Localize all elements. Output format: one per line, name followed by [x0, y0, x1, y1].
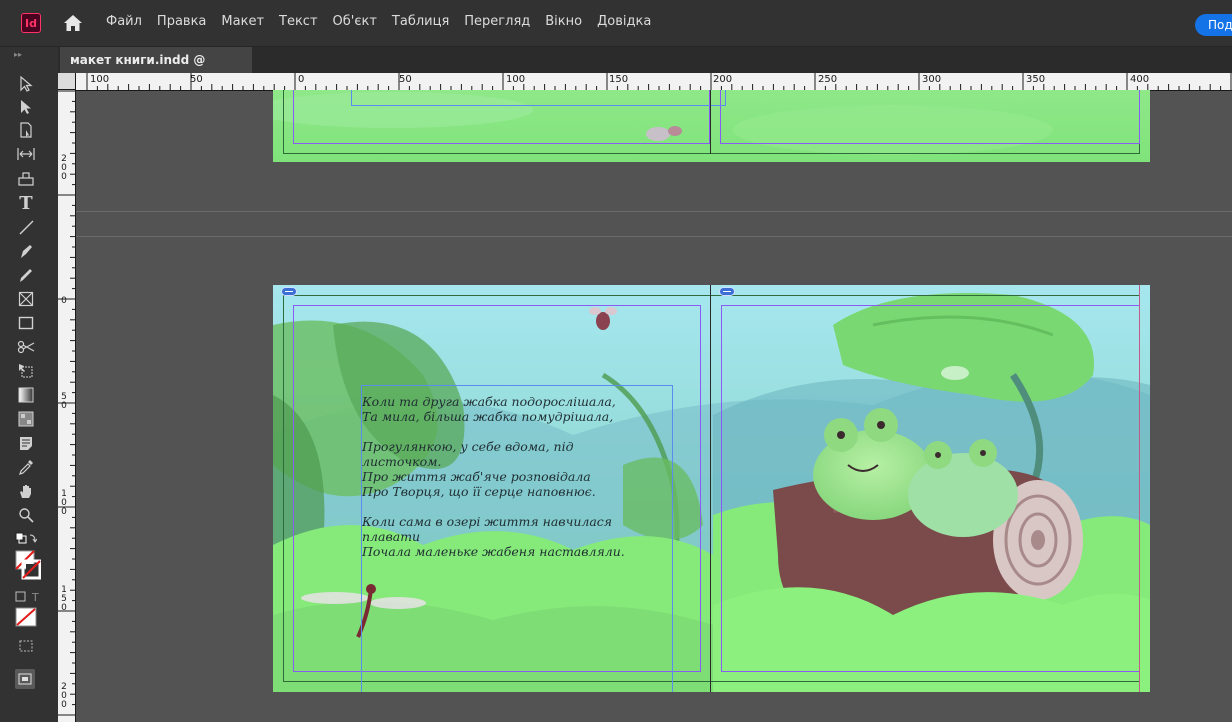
apply-none-icon[interactable] — [15, 607, 37, 627]
gradient-feather-tool-icon[interactable] — [15, 408, 37, 430]
fill-stroke-swatch-icon[interactable] — [15, 550, 41, 580]
poem-line: Коли сама в озері життя навчилася — [362, 514, 613, 529]
poem-line: Коли та друга жабка подорослішала, — [362, 394, 616, 409]
link-icon[interactable] — [719, 285, 735, 296]
pen-tool-icon[interactable] — [15, 240, 37, 262]
ruler-label: 0 — [61, 296, 67, 306]
share-button[interactable]: Под — [1195, 14, 1232, 36]
pasteboard-divider — [76, 236, 1232, 237]
poem-blank-line — [362, 499, 662, 514]
panel-grip-icon[interactable]: ▸▸ — [14, 50, 34, 60]
main-menu: Файл Правка Макет Текст Об'єкт Таблиця П… — [106, 14, 666, 29]
margin-guide-right — [720, 90, 1140, 144]
tools-panel: ▸▸ T T — [0, 47, 58, 722]
ruler-label: 100 — [506, 74, 526, 85]
menu-file[interactable]: Файл — [106, 14, 142, 29]
document-tab-bar: макет книги.indd @ 50%× — [58, 47, 1232, 93]
poem-text[interactable]: Коли та друга жабка подорослішала, Та ми… — [362, 394, 662, 559]
formatting-affects-icon[interactable]: T — [15, 586, 45, 608]
screen-mode-icon[interactable] — [15, 635, 37, 657]
spread-top[interactable] — [273, 90, 1150, 162]
menu-window[interactable]: Вікно — [545, 14, 582, 29]
ruler-ticks — [86, 73, 1232, 90]
page-tool-icon[interactable] — [15, 119, 37, 141]
pasteboard-divider — [76, 211, 1232, 212]
indesign-logo: Id — [21, 13, 41, 33]
zoom-tool-icon[interactable] — [15, 504, 37, 526]
poem-line: Прогулянкою, у себе вдома, під — [362, 439, 574, 454]
menu-type[interactable]: Текст — [279, 14, 318, 29]
ruler-label: 200 — [713, 74, 733, 85]
gradient-swatch-tool-icon[interactable] — [15, 384, 37, 406]
poem-line: Та мила, більша жабка помудрішала, — [362, 409, 614, 424]
poem-line: плавати — [362, 529, 421, 544]
ruler-label: 100 — [90, 74, 110, 85]
ruler-label: 200 — [61, 154, 67, 182]
rectangle-tool-icon[interactable] — [15, 312, 37, 334]
menu-edit[interactable]: Правка — [157, 14, 206, 29]
ruler-label: 50 — [399, 74, 412, 85]
selection-tool-icon[interactable] — [15, 73, 37, 95]
menu-view[interactable]: Перегляд — [464, 14, 530, 29]
note-tool-icon[interactable] — [15, 432, 37, 454]
ruler-label: 250 — [818, 74, 838, 85]
ruler-label: 150 — [61, 585, 67, 613]
poem-line: Про Творця, що її серце наповнює. — [362, 484, 596, 499]
margin-guide-right — [721, 305, 1140, 672]
ruler-label: 350 — [1026, 74, 1046, 85]
ruler-label: 150 — [609, 74, 629, 85]
vertical-ruler[interactable]: 200 0 50 100 150 200 — [58, 90, 76, 722]
menu-table[interactable]: Таблиця — [392, 14, 449, 29]
ruler-origin[interactable] — [58, 73, 76, 90]
svg-text:T: T — [31, 591, 39, 603]
spine-line — [710, 285, 711, 692]
rectangle-frame-tool-icon[interactable] — [15, 288, 37, 310]
ruler-label: 200 — [61, 682, 67, 710]
home-icon[interactable] — [63, 14, 83, 32]
menu-layout[interactable]: Макет — [221, 14, 264, 29]
pencil-tool-icon[interactable] — [15, 264, 37, 286]
ruler-label: 400 — [1130, 74, 1150, 85]
hand-tool-icon[interactable] — [15, 480, 37, 502]
default-fill-stroke-icon[interactable] — [15, 528, 37, 550]
scissors-tool-icon[interactable] — [15, 336, 37, 358]
menu-object[interactable]: Об'єкт — [333, 14, 377, 29]
line-tool-icon[interactable] — [15, 216, 37, 238]
poem-line: Про життя жаб'яче розповідала — [362, 469, 591, 484]
ruler-label: 100 — [61, 489, 67, 517]
poem-line: Почала маленьке жабеня наставляли. — [362, 544, 625, 559]
spine-line — [710, 90, 711, 154]
poem-line: листочком. — [362, 454, 442, 469]
gap-tool-icon[interactable] — [15, 143, 37, 165]
ruler-label: 50 — [61, 392, 67, 411]
menu-help[interactable]: Довідка — [597, 14, 651, 29]
ruler-label: 300 — [922, 74, 942, 85]
ruler-label: 50 — [190, 74, 203, 85]
poem-blank-line — [362, 424, 662, 439]
bleed-line-right — [1139, 285, 1140, 692]
direct-selection-tool-icon[interactable] — [15, 96, 37, 118]
document-tab[interactable]: макет книги.indd @ 50%× — [60, 47, 252, 93]
link-icon[interactable] — [281, 285, 297, 296]
free-transform-tool-icon[interactable] — [15, 360, 37, 382]
text-frame-top[interactable] — [351, 90, 726, 106]
eyedropper-tool-icon[interactable] — [15, 456, 37, 478]
content-collector-icon[interactable] — [15, 167, 37, 189]
horizontal-ruler[interactable]: 100 50 0 50 100 150 200 250 300 350 400 — [76, 73, 1232, 91]
menu-bar: Id Файл Правка Макет Текст Об'єкт Таблиц… — [0, 0, 1232, 47]
view-mode-icon[interactable] — [15, 669, 35, 689]
ruler-label: 0 — [298, 74, 305, 85]
type-tool-icon[interactable]: T — [15, 192, 37, 214]
